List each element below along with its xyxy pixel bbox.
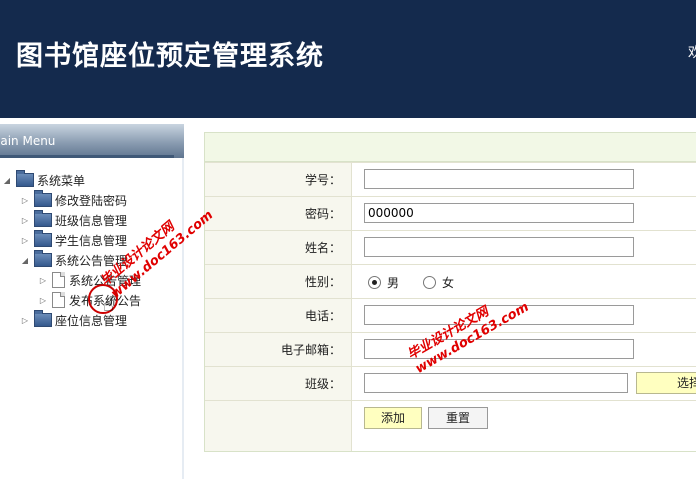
collapse-icon[interactable]: ◢: [2, 176, 12, 185]
action-cell: 添加 重置: [351, 401, 696, 451]
document-icon: [52, 272, 65, 288]
field-cell: [351, 197, 696, 230]
form-header-bar: [204, 132, 696, 162]
field-label: 学号：: [205, 163, 351, 196]
folder-icon: [16, 170, 34, 187]
sidebar-item-student-management[interactable]: ▷ 学生信息管理: [20, 230, 127, 250]
gender-female-radio[interactable]: [423, 276, 437, 289]
hand-cursor-icon: ☝: [103, 295, 114, 316]
app-title: 图书馆座位预定管理系统: [16, 41, 324, 72]
tree-root-label: 系统菜单: [37, 173, 86, 188]
sidebar-item-label: 座位信息管理: [55, 313, 128, 328]
form-row-student-id: 学号：: [205, 162, 696, 196]
expand-icon[interactable]: ▷: [20, 216, 30, 225]
choose-class-button[interactable]: 选择: [636, 372, 696, 394]
field-cell: 选择: [351, 367, 696, 400]
sidebar-item-label: 学生信息管理: [55, 233, 128, 248]
field-label: 性别：: [205, 265, 351, 298]
form-row-password: 密码：: [205, 196, 696, 230]
field-cell: [351, 231, 696, 264]
menu-header: Main Menu: [0, 124, 184, 158]
add-button[interactable]: 添加: [364, 407, 422, 429]
field-label: 姓名：: [205, 231, 351, 264]
folder-icon: [34, 190, 52, 207]
folder-icon: [34, 250, 52, 267]
form-row-name: 姓名：: [205, 230, 696, 264]
expand-icon[interactable]: ▷: [38, 276, 48, 285]
field-label: 电话：: [205, 299, 351, 332]
field-label: 电子邮箱：: [205, 333, 351, 366]
sidebar-item-change-password[interactable]: ▷ 修改登陆密码: [20, 190, 127, 210]
gender-radio-group: 男 女: [368, 274, 454, 291]
field-cell: [351, 333, 696, 366]
expand-icon[interactable]: ▷: [20, 196, 30, 205]
field-label: 密码：: [205, 197, 351, 230]
password-input[interactable]: [364, 203, 634, 223]
name-input[interactable]: [364, 237, 634, 257]
sidebar-item-label: 修改登陆密码: [55, 193, 128, 208]
gender-male-label: 男: [387, 276, 400, 290]
collapse-icon[interactable]: ◢: [20, 256, 30, 265]
sidebar-item-label: 班级信息管理: [55, 213, 128, 228]
gender-male-radio[interactable]: [368, 276, 381, 289]
folder-icon: [34, 210, 52, 227]
welcome-text: 欢: [688, 45, 696, 61]
gender-female-label: 女: [442, 276, 455, 290]
form-row-actions: 添加 重置: [205, 400, 696, 451]
folder-icon: [34, 310, 52, 327]
student-id-input[interactable]: [364, 169, 634, 189]
expand-icon[interactable]: ▷: [38, 296, 48, 305]
expand-icon[interactable]: ▷: [20, 236, 30, 245]
form-row-gender: 性别： 男 女: [205, 264, 696, 298]
document-icon: [52, 292, 65, 308]
form-row-class: 班级： 选择: [205, 366, 696, 400]
field-cell: [351, 163, 696, 196]
expand-icon[interactable]: ▷: [20, 316, 30, 325]
student-form: 学号： 密码： 姓名： 性别： 男 女 电话：: [204, 162, 696, 452]
empty-label: [205, 401, 351, 451]
tree-root[interactable]: ◢ 系统菜单: [2, 170, 85, 190]
app-header: 图书馆座位预定管理系统 欢: [0, 0, 696, 118]
reset-button[interactable]: 重置: [428, 407, 488, 429]
field-cell: 男 女: [351, 265, 696, 298]
sidebar-item-class-management[interactable]: ▷ 班级信息管理: [20, 210, 127, 230]
class-input[interactable]: [364, 373, 628, 393]
field-label: 班级：: [205, 367, 351, 400]
folder-icon: [34, 230, 52, 247]
menu-title: Main Menu: [0, 134, 56, 148]
